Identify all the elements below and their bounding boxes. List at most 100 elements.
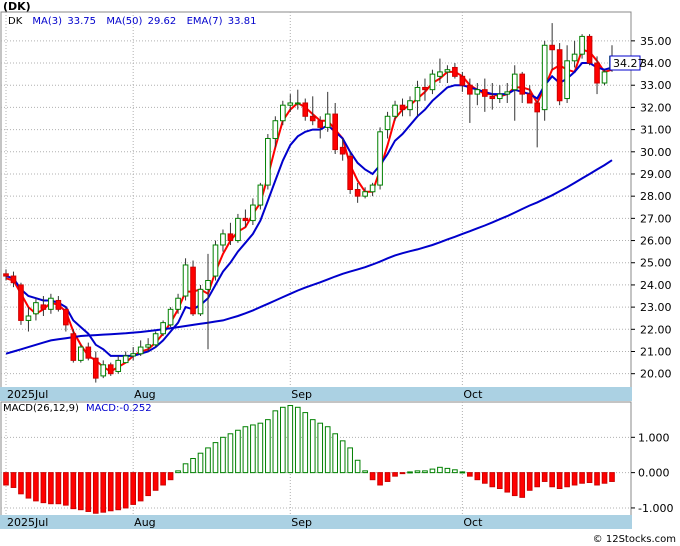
- macd-bar: [339, 440, 346, 474]
- candle-body: [354, 189, 361, 197]
- candle-body: [384, 115, 391, 131]
- macd-bar: [414, 470, 421, 474]
- macd-bar: [354, 459, 361, 474]
- candle-body: [235, 217, 241, 242]
- candle-body: [511, 73, 518, 91]
- candle-body: [182, 264, 189, 297]
- macd-bar: [504, 472, 511, 493]
- candle-body: [265, 137, 271, 186]
- macd-bar: [100, 472, 107, 513]
- macd-bar: [145, 472, 151, 497]
- candle-body: [504, 91, 511, 95]
- macd-bar: [167, 472, 174, 481]
- macd-bar: [182, 463, 189, 474]
- candle-body: [481, 89, 488, 97]
- price-y-tick-label: 22.00: [640, 323, 672, 336]
- macd-subtitle: MACD:-0.252: [86, 403, 152, 414]
- candle-body: [586, 35, 593, 64]
- macd-x-axis-band: [0, 515, 632, 529]
- price-y-tick-label: 25.00: [640, 257, 672, 270]
- candle-body: [257, 184, 264, 206]
- price-y-tick-label: 33.00: [640, 79, 672, 92]
- candle-body: [227, 233, 234, 242]
- candle-body: [534, 102, 541, 113]
- candle-body: [197, 288, 204, 315]
- candle-body: [137, 346, 144, 355]
- legend-item-label: EMA(7): [187, 16, 223, 27]
- price-month-label: Oct: [463, 388, 483, 401]
- last-price-tag: 34.27: [609, 55, 645, 71]
- candle-body: [205, 279, 211, 290]
- candle-body: [474, 89, 481, 95]
- candle-body: [496, 93, 503, 100]
- candle-body: [167, 308, 174, 326]
- macd-bar: [242, 426, 249, 474]
- candle-body: [541, 44, 548, 111]
- macd-month-label: Aug: [134, 516, 155, 529]
- candle-body: [287, 102, 294, 106]
- chart-title: (DK): [3, 0, 31, 13]
- macd-bar: [429, 468, 436, 474]
- candle-body: [40, 304, 47, 310]
- macd-bar: [332, 433, 339, 474]
- legend-item-label: MA(50): [106, 16, 142, 27]
- candle-body: [437, 71, 443, 77]
- macd-bar: [594, 472, 600, 486]
- candle-body: [63, 308, 69, 326]
- candle-body: [317, 120, 324, 128]
- macd-bar: [212, 442, 219, 474]
- macd-bar: [444, 467, 451, 474]
- macd-bar: [317, 422, 324, 474]
- price-month-label: 2025Jul: [7, 388, 48, 401]
- price-y-tick-label: 30.00: [640, 146, 672, 159]
- candle-body: [77, 346, 84, 361]
- macd-bar: [571, 472, 578, 486]
- macd-bar: [55, 472, 62, 505]
- macd-bar: [152, 472, 159, 491]
- macd-bar: [601, 472, 608, 484]
- candle-body: [519, 73, 526, 95]
- macd-bar: [197, 452, 204, 474]
- macd-bar: [265, 419, 271, 474]
- candle-body: [92, 357, 99, 379]
- candle-body: [407, 100, 413, 111]
- candle-body: [526, 93, 533, 104]
- candle-body: [564, 60, 570, 100]
- candle-body: [145, 344, 151, 348]
- candle-body: [332, 113, 339, 151]
- macd-bar: [92, 472, 99, 514]
- macd-bar: [25, 472, 32, 499]
- macd-bar: [377, 472, 383, 486]
- candle-body: [3, 273, 9, 277]
- macd-bar: [362, 470, 368, 474]
- candle-body: [444, 69, 451, 73]
- macd-panel: -1.000 0.000 1.000 2025Jul Aug Sep Oct MACD(2…: [0, 401, 673, 529]
- candle-body: [377, 131, 383, 186]
- candle-body: [55, 299, 62, 310]
- macd-bar: [287, 405, 294, 474]
- candle-body: [579, 35, 585, 55]
- macd-bar: [279, 406, 286, 474]
- macd-bar: [369, 472, 376, 481]
- macd-bar: [556, 472, 563, 490]
- candle-body: [100, 364, 107, 377]
- macd-bar: [130, 472, 137, 505]
- macd-bar: [452, 469, 458, 474]
- stock-chart: 20.00 21.00 22.00 23.00 24.00 25.00 26.00 27.00…: [0, 0, 680, 546]
- macd-bar: [272, 410, 279, 474]
- candle-body: [392, 104, 398, 117]
- price-y-tick-label: 27.00: [640, 212, 672, 225]
- macd-bar: [579, 472, 585, 484]
- price-x-axis-band: [0, 387, 632, 401]
- candle-body: [48, 297, 54, 310]
- macd-bar: [107, 472, 114, 512]
- macd-bar: [175, 470, 181, 474]
- macd-bar: [564, 472, 570, 488]
- candle-body: [242, 217, 249, 222]
- macd-bar: [526, 472, 533, 491]
- candle-body: [294, 102, 301, 105]
- last-price-label: 34.27: [613, 57, 645, 70]
- candle-body: [220, 233, 226, 246]
- candle-body: [556, 49, 563, 102]
- candle-body: [279, 104, 286, 122]
